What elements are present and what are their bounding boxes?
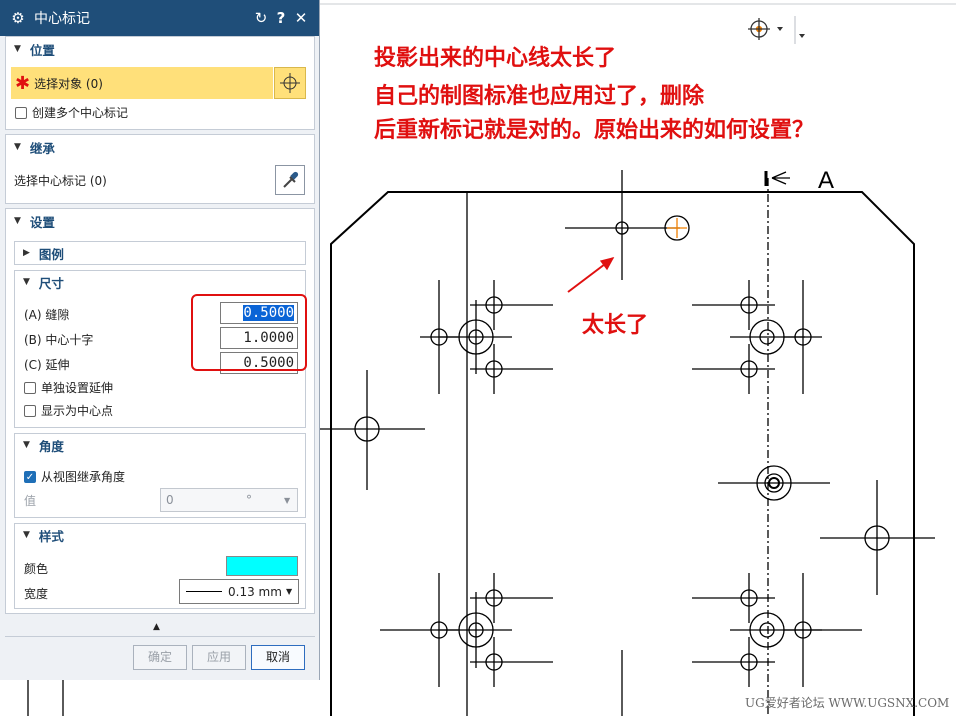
annotation-text: 后重新标记就是对的。原始出来的如何设置？ [374, 118, 815, 143]
crosshair-icon [280, 73, 300, 93]
apply-button[interactable]: 应用 [192, 645, 246, 670]
chevron-down-icon: ▼ [14, 216, 21, 226]
section-label: A [818, 167, 834, 194]
style-header[interactable]: ▼ 样式 [15, 524, 305, 546]
select-object-row[interactable]: ✱ 选择对象 (0) [11, 67, 273, 99]
chevron-down-icon: ▼ [23, 530, 30, 540]
gap-label: (A) 缝隙 [24, 308, 70, 322]
dialog-titlebar: ⚙ 中心标记 ↻ ? ✕ [0, 0, 319, 36]
watermark: UG爱好者论坛 WWW.UGSNX.COM [745, 696, 950, 710]
close-icon[interactable]: ✕ [291, 9, 311, 27]
annotation-arrowhead [599, 257, 615, 271]
eyedropper-button[interactable] [275, 165, 305, 195]
select-object-label: 选择对象 (0) [34, 76, 103, 91]
color-swatch[interactable] [226, 556, 298, 576]
highlight-box [191, 294, 307, 371]
hole-pattern [718, 465, 830, 501]
position-section: ▼ 位置 ✱ 选择对象 (0) 创建多个中心标记 [5, 36, 315, 130]
annotation-text: 投影出来的中心线太长了 [374, 46, 617, 71]
create-multiple-checkbox[interactable]: 创建多个中心标记 [15, 104, 128, 121]
snap-crosshair-icon[interactable] [748, 18, 783, 40]
chevron-down-icon: ▼ [23, 440, 30, 450]
ok-button[interactable]: 确定 [133, 645, 187, 670]
position-header[interactable]: ▼ 位置 [6, 37, 314, 61]
legend-subsection: ▶ 图例 [14, 241, 306, 265]
dialog-title: 中心标记 [34, 11, 90, 27]
inherit-section: ▼ 继承 选择中心标记 (0) [5, 134, 315, 204]
center-cross-label: (B) 中心十字 [24, 333, 94, 347]
chevron-down-icon: ▼ [14, 142, 21, 152]
annotation-text: 自己的制图标准也应用过了，删除 [374, 84, 705, 109]
angle-value-input[interactable]: 0 ° ▼ [160, 488, 298, 512]
size-header[interactable]: ▼ 尺寸 [15, 271, 305, 293]
width-select[interactable]: 0.13 mm ▼ [179, 579, 299, 604]
select-center-mark-label: 选择中心标记 (0) [14, 174, 107, 188]
style-subsection: ▼ 样式 颜色 宽度 0.13 mm ▼ [14, 523, 306, 609]
hole-pattern [820, 480, 935, 595]
center-mark-dialog: ⚙ 中心标记 ↻ ? ✕ ▼ 位置 ✱ 选择对象 (0) 创建多个中心标记 ▼ 继承… [0, 0, 320, 680]
hole-pattern [692, 280, 822, 394]
extension-label: (C) 延伸 [24, 358, 70, 372]
color-label: 颜色 [24, 562, 49, 576]
show-centerpoint-checkbox[interactable]: 显示为中心点 [24, 402, 113, 419]
cancel-button[interactable]: 取消 [251, 645, 305, 670]
checkmark-icon: ✓ [24, 470, 36, 483]
section-arrow [771, 171, 790, 185]
angle-subsection: ▼ 角度 ✓ 从视图继承角度 值 0 ° ▼ [14, 433, 306, 518]
annotation-too-long: 太长了 [582, 313, 649, 338]
collapse-arrow-icon[interactable]: ▲ [153, 622, 160, 632]
chevron-down-icon: ▼ [23, 277, 30, 287]
chevron-down-icon: ▼ [286, 587, 293, 596]
chevron-down-icon: ▼ [284, 495, 291, 505]
hole-pattern [692, 573, 862, 687]
crosshair-button[interactable] [274, 67, 306, 99]
workspace: A 投影出来的中心线太长了 自己的制图标准也应用过了，删除 后重新标记就是对的。… [0, 0, 956, 716]
eyedropper-icon [283, 171, 299, 188]
chevron-down-icon: ▼ [14, 44, 21, 54]
settings-header[interactable]: ▼ 设置 [6, 209, 314, 233]
line-sample [186, 591, 222, 592]
individual-extension-checkbox[interactable]: 单独设置延伸 [24, 379, 113, 396]
width-label: 宽度 [24, 587, 49, 601]
hole-pattern [420, 280, 553, 394]
gear-icon[interactable]: ⚙ [8, 9, 28, 27]
legend-header[interactable]: ▶ 图例 [15, 242, 305, 264]
inherit-angle-checkbox[interactable]: ✓ 从视图继承角度 [24, 468, 125, 485]
divider [5, 636, 315, 637]
asterisk-icon: ✱ [15, 72, 31, 94]
settings-section: ▼ 设置 ▶ 图例 ▼ 尺寸 (A) 缝隙 (B) 中心十字 (C) 延伸 0.500… [5, 208, 315, 614]
angle-value-label: 值 [24, 494, 37, 508]
toolbar-dropdown-icon[interactable] [799, 34, 805, 38]
inherit-header[interactable]: ▼ 继承 [6, 135, 314, 159]
angle-header[interactable]: ▼ 角度 [15, 434, 305, 456]
hole-pattern [320, 370, 425, 490]
help-icon[interactable]: ? [271, 9, 291, 27]
chevron-right-icon: ▶ [23, 248, 30, 258]
reset-icon[interactable]: ↻ [251, 9, 271, 27]
